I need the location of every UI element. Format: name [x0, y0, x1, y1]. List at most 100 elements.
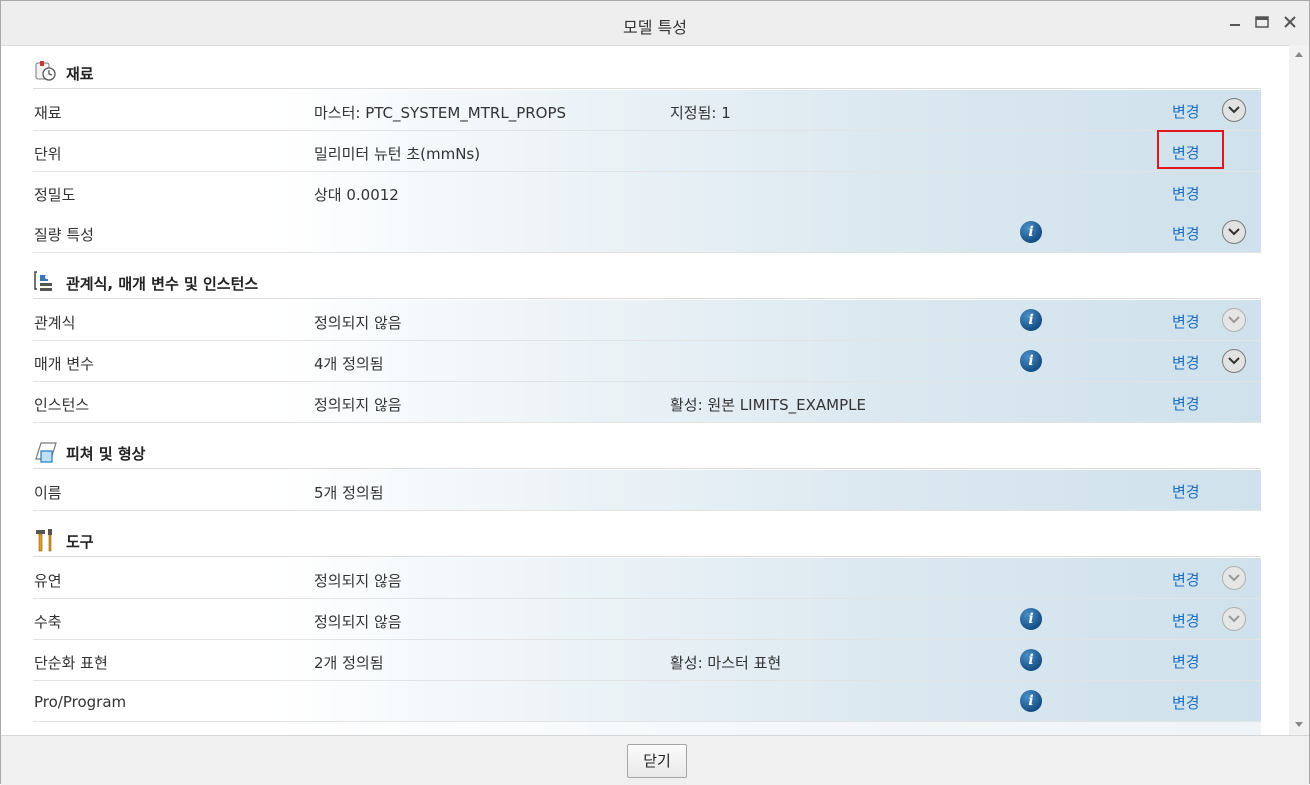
divider — [33, 468, 1261, 469]
property-status: 활성: 마스터 표현 — [670, 654, 782, 672]
close-button[interactable]: 닫기 — [627, 744, 687, 778]
chevron-down-icon — [1228, 574, 1240, 582]
row-flexibility: 유연 정의되지 않음 변경 — [33, 558, 1261, 599]
properties-list: 재료 재료 마스터: PTC_SYSTEM_MTRL_PROPS 지정됨: 1 … — [6, 45, 1289, 735]
model-properties-dialog: 모델 특성 재료 재료 마스터: PTC_SYSTEM_MTRL_PROPS 지… — [0, 0, 1310, 785]
section-label: 재료 — [66, 65, 94, 83]
property-name: Pro/Program — [34, 693, 127, 711]
close-icon — [1284, 16, 1296, 28]
row-shrinkage: 수축 정의되지 않음 i 변경 — [33, 599, 1261, 640]
section-features: 피쳐 및 형상 — [33, 435, 1263, 465]
property-value: 상대 0.0012 — [314, 186, 399, 204]
scroll-down-arrow[interactable] — [1289, 717, 1309, 733]
property-name: 유연 — [34, 572, 62, 590]
change-link[interactable]: 변경 — [1172, 311, 1200, 332]
chevron-down-icon — [1228, 316, 1240, 324]
property-name: 단위 — [34, 145, 62, 163]
relations-icon — [33, 269, 59, 295]
section-label: 도구 — [66, 533, 94, 551]
property-value: 마스터: PTC_SYSTEM_MTRL_PROPS — [314, 104, 567, 122]
highlight-box — [1157, 130, 1224, 169]
property-value: 정의되지 않음 — [314, 314, 402, 332]
chevron-down-icon — [1228, 228, 1240, 236]
property-value: 밀리미터 뉴턴 초(mmNs) — [314, 145, 481, 163]
property-name: 인스턴스 — [34, 396, 90, 414]
expand-button[interactable] — [1222, 308, 1246, 332]
close-window-button[interactable] — [1280, 13, 1300, 33]
row-accuracy: 정밀도 상대 0.0012 변경 — [33, 172, 1261, 213]
vertical-scrollbar[interactable] — [1289, 45, 1309, 735]
info-icon[interactable]: i — [1020, 690, 1042, 712]
change-link[interactable]: 변경 — [1172, 352, 1200, 373]
row-material: 재료 마스터: PTC_SYSTEM_MTRL_PROPS 지정됨: 1 변경 — [33, 90, 1261, 131]
property-name: 단순화 표현 — [34, 654, 108, 672]
change-link[interactable]: 변경 — [1172, 101, 1200, 122]
chevron-down-icon — [1228, 357, 1240, 365]
expand-button[interactable] — [1222, 220, 1246, 244]
change-link[interactable]: 변경 — [1172, 183, 1200, 204]
row-simplified-reps: 단순화 표현 2개 정의됨 활성: 마스터 표현 i 변경 — [33, 640, 1261, 681]
divider — [33, 88, 1261, 89]
info-icon[interactable]: i — [1020, 309, 1042, 331]
row-partial — [33, 722, 1261, 735]
maximize-icon — [1255, 16, 1269, 28]
row-parameters: 매개 변수 4개 정의됨 i 변경 — [33, 341, 1261, 382]
row-instances: 인스턴스 정의되지 않음 활성: 원본 LIMITS_EXAMPLE 변경 — [33, 382, 1261, 423]
info-icon[interactable]: i — [1020, 221, 1042, 243]
expand-button[interactable] — [1222, 349, 1246, 373]
dialog-title: 모델 특성 — [623, 18, 687, 37]
row-units: 단위 밀리미터 뉴턴 초(mmNs) 변경 — [33, 131, 1261, 172]
change-link[interactable]: 변경 — [1172, 610, 1200, 631]
change-link[interactable]: 변경 — [1172, 692, 1200, 713]
section-tools: 도구 — [33, 523, 1263, 553]
features-icon — [33, 439, 59, 465]
info-icon[interactable]: i — [1020, 649, 1042, 671]
property-value: 정의되지 않음 — [314, 572, 402, 590]
property-name: 매개 변수 — [34, 355, 94, 373]
minimize-button[interactable] — [1225, 13, 1245, 33]
property-name: 수축 — [34, 613, 62, 631]
divider — [33, 298, 1261, 299]
property-name: 정밀도 — [34, 186, 76, 204]
property-name: 이름 — [34, 484, 62, 502]
property-value: 정의되지 않음 — [314, 396, 402, 414]
property-value: 정의되지 않음 — [314, 613, 402, 631]
row-names: 이름 5개 정의됨 변경 — [33, 470, 1261, 511]
section-material: 재료 — [33, 55, 1263, 85]
property-name: 관계식 — [34, 314, 76, 332]
maximize-button[interactable] — [1252, 13, 1272, 33]
row-pro-program: Pro/Program i 변경 — [33, 681, 1261, 722]
row-mass-properties: 질량 특성 i 변경 — [33, 212, 1261, 253]
property-value: 4개 정의됨 — [314, 355, 384, 373]
section-label: 관계식, 매개 변수 및 인스턴스 — [66, 275, 259, 293]
expand-button[interactable] — [1222, 98, 1246, 122]
info-icon[interactable]: i — [1020, 608, 1042, 630]
change-link[interactable]: 변경 — [1172, 481, 1200, 502]
property-value: 5개 정의됨 — [314, 484, 384, 502]
change-link[interactable]: 변경 — [1172, 569, 1200, 590]
chevron-down-icon — [1295, 722, 1303, 727]
tools-icon — [33, 527, 59, 553]
property-name: 재료 — [34, 104, 62, 122]
title-bar: 모델 특성 — [1, 1, 1309, 46]
scroll-up-arrow[interactable] — [1289, 47, 1309, 63]
material-icon — [33, 59, 59, 85]
property-name: 질량 특성 — [34, 226, 94, 244]
property-value: 2개 정의됨 — [314, 654, 384, 672]
change-link[interactable]: 변경 — [1172, 223, 1200, 244]
row-relations: 관계식 정의되지 않음 i 변경 — [33, 300, 1261, 341]
property-status: 활성: 원본 LIMITS_EXAMPLE — [670, 396, 866, 414]
dialog-footer: 닫기 — [1, 735, 1309, 785]
scroll-thumb[interactable] — [1294, 63, 1304, 533]
info-icon[interactable]: i — [1020, 350, 1042, 372]
divider — [33, 556, 1261, 557]
chevron-down-icon — [1228, 615, 1240, 623]
chevron-up-icon — [1295, 52, 1303, 57]
minimize-icon — [1230, 24, 1240, 26]
section-label: 피쳐 및 형상 — [66, 445, 146, 463]
property-status: 지정됨: 1 — [670, 104, 731, 122]
expand-button[interactable] — [1222, 607, 1246, 631]
change-link[interactable]: 변경 — [1172, 651, 1200, 672]
expand-button[interactable] — [1222, 566, 1246, 590]
change-link[interactable]: 변경 — [1172, 393, 1200, 414]
